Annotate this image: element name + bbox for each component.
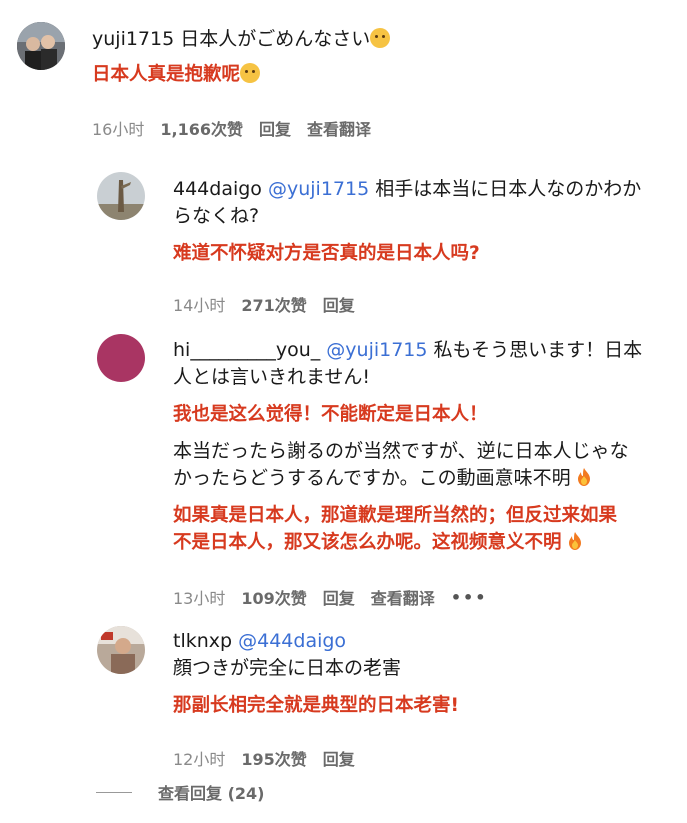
- translation-text: 难道不怀疑对方是否真的是日本人吗?: [173, 243, 480, 264]
- more-options-icon[interactable]: •••: [451, 588, 488, 607]
- comment-meta: 13小时 109次赞 回复 查看翻译 •••: [173, 585, 488, 609]
- timestamp: 16小时: [92, 120, 145, 139]
- avatar[interactable]: [97, 172, 145, 220]
- comment-body-line: かったらどうするんですか。この動画意味不明: [173, 467, 571, 489]
- translation-text: 日本人真是抱歉呢: [92, 61, 675, 88]
- fire-emoji-icon: [568, 532, 581, 550]
- see-translation-button[interactable]: 查看翻译: [371, 585, 435, 609]
- translation-text-second: 如果真是日本人，那道歉是理所当然的；但反过来如果: [173, 505, 618, 526]
- avatar-tree-icon: [97, 172, 145, 220]
- mention-link[interactable]: @444daigo: [238, 630, 346, 652]
- divider-line: [96, 791, 132, 793]
- comment-meta: 12小时 195次赞 回复: [173, 746, 355, 770]
- fire-emoji-icon: [577, 468, 590, 486]
- comment-text: tlknxp @444daigo: [173, 628, 675, 655]
- comment-meta: 16小时 1,166次赞 回复 查看翻译: [92, 116, 371, 140]
- comment-body: 相手は本当に日本人なのかわか: [375, 178, 642, 200]
- sad-face-emoji-icon: [370, 28, 391, 48]
- comment-body-continued: らなくね?: [173, 205, 260, 227]
- avatar[interactable]: [17, 22, 65, 70]
- like-count[interactable]: 109次赞: [241, 585, 306, 609]
- view-replies-label: 查看回复 (24): [158, 784, 265, 803]
- comment-body-second-continued: かったらどうするんですか。この動画意味不明: [173, 465, 675, 492]
- translation-text: 那副长相完全就是典型的日本老害!: [173, 695, 459, 716]
- comment-text: hi_________you_ @yuji1715 私もそう思います！日本: [173, 337, 675, 364]
- like-count[interactable]: 1,166次赞: [160, 116, 243, 140]
- username[interactable]: hi_________you_: [173, 339, 320, 361]
- translation-line: 日本人真是抱歉呢: [92, 64, 241, 85]
- comment-text: yuji1715 日本人がごめんなさい: [92, 26, 675, 53]
- mention-link[interactable]: @yuji1715: [326, 339, 427, 361]
- translation-text-second-continued: 不是日本人，那又该怎么办呢。这视频意义不明: [173, 529, 675, 556]
- avatar[interactable]: [97, 334, 145, 382]
- avatar-person-icon: [97, 626, 145, 674]
- username[interactable]: yuji1715: [92, 28, 174, 50]
- see-translation-button[interactable]: 查看翻译: [307, 116, 371, 140]
- username[interactable]: tlknxp: [173, 630, 232, 652]
- reply-button[interactable]: 回复: [323, 746, 355, 770]
- comment-body: 私もそう思います！日本: [433, 339, 643, 361]
- avatar-photo-icon: [17, 22, 65, 70]
- reply-button[interactable]: 回复: [323, 292, 355, 316]
- comment-meta: 14小时 271次赞 回复: [173, 292, 355, 316]
- username[interactable]: 444daigo: [173, 178, 262, 200]
- comment-body: 顔つきが完全に日本の老害: [173, 657, 402, 679]
- comment-text: 444daigo @yuji1715 相手は本当に日本人なのかわか: [173, 176, 675, 203]
- reply-button[interactable]: 回复: [259, 116, 291, 140]
- like-count[interactable]: 195次赞: [241, 746, 306, 770]
- comment-body-second: 本当だったら謝るのが当然ですが、逆に日本人じゃな: [173, 440, 629, 462]
- sad-face-emoji-icon: [240, 63, 261, 83]
- timestamp: 13小时: [173, 589, 226, 608]
- translation-text: 我也是这么觉得！不能断定是日本人！: [173, 404, 488, 425]
- comment-body-continued: 人とは言いきれません!: [173, 366, 371, 388]
- comment-body: 日本人がごめんなさい: [180, 28, 371, 50]
- reply-button[interactable]: 回复: [323, 585, 355, 609]
- view-replies-button[interactable]: 查看回复 (24): [96, 780, 264, 804]
- timestamp: 14小时: [173, 296, 226, 315]
- timestamp: 12小时: [173, 750, 226, 769]
- avatar[interactable]: [97, 626, 145, 674]
- translation-line: 不是日本人，那又该怎么办呢。这视频意义不明: [173, 532, 562, 553]
- mention-link[interactable]: @yuji1715: [268, 178, 369, 200]
- like-count[interactable]: 271次赞: [241, 292, 306, 316]
